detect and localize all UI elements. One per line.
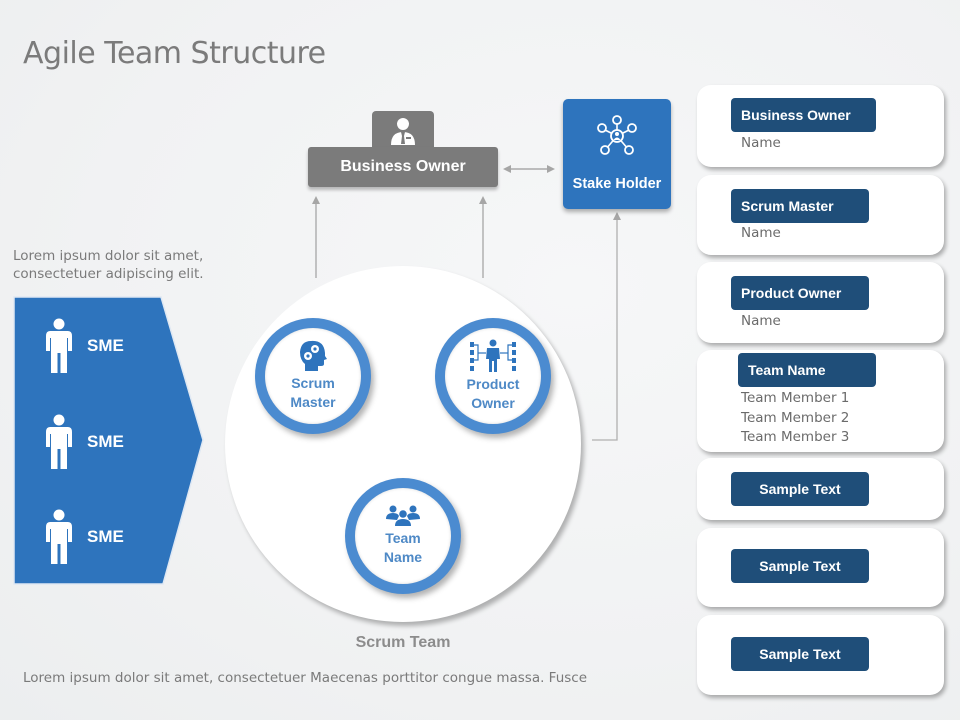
role-label: Product Owner <box>467 375 520 413</box>
role-inner: Product Owner <box>445 328 541 424</box>
role-label-line: Product <box>466 376 520 392</box>
card-badge[interactable]: Scrum Master <box>731 189 869 223</box>
business-owner-icon-tab <box>372 111 434 151</box>
sme-label: SME <box>87 432 124 451</box>
card-badge[interactable]: Sample Text <box>731 472 869 506</box>
card-business-owner: Business Owner Name <box>697 85 944 167</box>
head-gears-icon <box>300 340 327 371</box>
card-text: Name <box>741 134 781 154</box>
card-text: Team Member 1 Team Member 2 Team Member … <box>741 389 849 448</box>
footer-text: Lorem ipsum dolor sit amet, consectetuer… <box>23 670 588 686</box>
sme-item[interactable]: SME <box>45 318 124 374</box>
person-icon <box>46 509 72 564</box>
sme-label: SME <box>87 527 124 546</box>
intro-line: Lorem ipsum dolor sit amet, <box>13 248 204 264</box>
card-product-owner: Product Owner Name <box>697 262 944 343</box>
business-owner-box[interactable]: Business Owner <box>308 147 498 187</box>
card-line: Name <box>741 135 781 151</box>
role-label: Team Name <box>384 529 422 567</box>
role-label: Scrum Master <box>290 374 335 412</box>
arrow-scrum-team-to-stake-holder <box>592 212 621 441</box>
card-sample-text: Sample Text <box>697 528 944 607</box>
card-sample-text: Sample Text <box>697 458 944 520</box>
sme-label: SME <box>87 336 124 355</box>
card-badge[interactable]: Sample Text <box>731 637 869 671</box>
businessman-icon <box>391 118 415 145</box>
intro-line: consectetuer adipiscing elit. <box>13 266 204 282</box>
role-label-line: Master <box>290 394 336 410</box>
group-icon <box>386 505 420 526</box>
card-sample-text: Sample Text <box>697 615 944 695</box>
role-inner: Team Name <box>355 488 451 584</box>
card-line: Team Member 1 <box>741 390 850 406</box>
network-people-icon <box>597 115 637 155</box>
card-line: Team Member 3 <box>741 429 850 445</box>
stake-holder-box[interactable]: Stake Holder <box>563 99 671 209</box>
person-connections-icon <box>470 339 516 372</box>
role-label-line: Scrum <box>291 375 335 391</box>
scrum-team-label: Scrum Team <box>355 634 451 651</box>
stake-holder-label: Stake Holder <box>572 176 662 192</box>
sme-panel: SME SME SME <box>13 296 205 586</box>
role-scrum-master[interactable]: Scrum Master <box>255 318 371 434</box>
person-icon <box>46 414 72 469</box>
card-line: Team Member 2 <box>741 409 850 426</box>
card-badge[interactable]: Sample Text <box>731 549 869 583</box>
sme-item[interactable]: SME <box>45 414 124 470</box>
card-badge[interactable]: Business Owner <box>731 98 876 132</box>
role-product-owner[interactable]: Product Owner <box>435 318 551 434</box>
role-team-name[interactable]: Team Name <box>345 478 461 594</box>
role-label-line: Name <box>383 549 423 565</box>
card-badge[interactable]: Team Name <box>738 353 876 387</box>
page-title: Agile Team Structure <box>23 36 326 71</box>
role-label-line: Owner <box>471 395 515 411</box>
card-text: Name <box>741 224 781 244</box>
card-scrum-master: Scrum Master Name <box>697 175 944 255</box>
card-text: Name <box>741 312 781 332</box>
card-line: Name <box>741 225 781 241</box>
card-team-name: Team Name Team Member 1 Team Member 2 Te… <box>697 350 944 452</box>
role-inner: Scrum Master <box>265 328 361 424</box>
intro-text: Lorem ipsum dolor sit amet, consectetuer… <box>13 247 204 283</box>
sme-item[interactable]: SME <box>45 509 124 565</box>
card-badge[interactable]: Product Owner <box>731 276 869 310</box>
person-icon <box>46 318 72 373</box>
role-label-line: Team <box>385 530 421 546</box>
business-owner-label: Business Owner <box>340 158 466 175</box>
card-line: Name <box>741 313 781 329</box>
